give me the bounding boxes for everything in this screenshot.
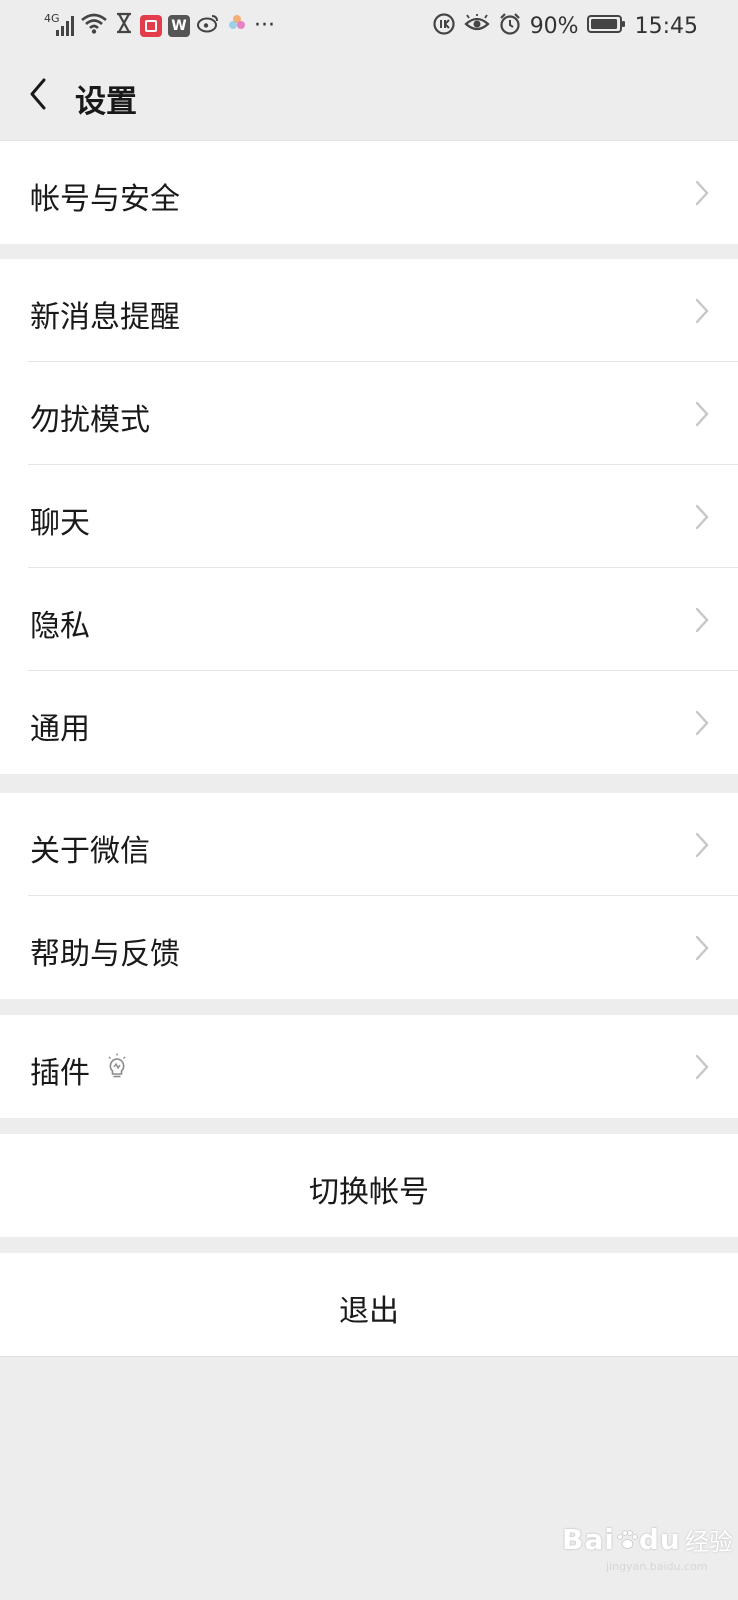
chevron-right-icon bbox=[695, 401, 709, 427]
alarm-icon bbox=[498, 12, 522, 42]
baidu-jingyan-watermark: Bai du 经验 bbox=[562, 1522, 733, 1557]
nav-bar: 设置 bbox=[0, 50, 738, 140]
logout-group: 退出 bbox=[0, 1253, 738, 1357]
battery-percent: 90% bbox=[529, 14, 579, 39]
settings-item-label: 新消息提醒 bbox=[30, 300, 180, 335]
chevron-right-icon bbox=[695, 1054, 709, 1080]
status-time: 15:45 bbox=[634, 14, 698, 39]
chevron-right-icon bbox=[695, 710, 709, 736]
switch-account-button[interactable]: 切换帐号 bbox=[0, 1134, 738, 1237]
paw-icon bbox=[617, 1529, 638, 1549]
photos-app-icon bbox=[226, 12, 248, 40]
settings-item-label: 通用 bbox=[30, 712, 90, 747]
status-bar-left: 4G W ··· bbox=[44, 12, 275, 40]
switch-account-group: 切换帐号 bbox=[0, 1134, 738, 1237]
chevron-right-icon bbox=[695, 607, 709, 633]
chevron-right-icon bbox=[695, 298, 709, 324]
settings-item-label: 帐号与安全 bbox=[30, 182, 180, 217]
lightbulb-icon bbox=[108, 1053, 126, 1078]
more-dots-icon: ··· bbox=[254, 13, 275, 38]
settings-item-label: 插件 bbox=[30, 1056, 90, 1091]
chevron-right-icon bbox=[695, 180, 709, 206]
hourglass-icon bbox=[114, 12, 134, 40]
settings-item-about-wechat[interactable]: 关于微信 bbox=[0, 793, 738, 896]
page-title: 设置 bbox=[75, 84, 137, 120]
signal-icon: 4G bbox=[44, 12, 74, 38]
battery-icon bbox=[586, 14, 627, 40]
data-saver-icon bbox=[432, 12, 456, 42]
settings-item-label: 勿扰模式 bbox=[30, 403, 150, 438]
settings-item-label: 帮助与反馈 bbox=[30, 937, 180, 972]
settings-item-do-not-disturb[interactable]: 勿扰模式 bbox=[0, 362, 738, 465]
settings-item-label: 聊天 bbox=[30, 506, 90, 541]
back-button[interactable] bbox=[22, 74, 62, 114]
settings-item-plugins[interactable]: 插件 bbox=[0, 1015, 738, 1118]
switch-account-label: 切换帐号 bbox=[309, 1175, 429, 1210]
settings-item-label: 隐私 bbox=[30, 609, 90, 644]
logout-button[interactable]: 退出 bbox=[0, 1253, 738, 1356]
eye-comfort-icon bbox=[464, 14, 490, 40]
settings-group-main: 新消息提醒 勿扰模式 聊天 隐私 通用 bbox=[0, 259, 738, 774]
w-app-icon: W bbox=[168, 15, 190, 37]
watermark-cn: 经验 bbox=[684, 1528, 733, 1556]
settings-item-general[interactable]: 通用 bbox=[0, 671, 738, 774]
settings-group-plugins: 插件 bbox=[0, 1015, 738, 1118]
settings-item-label: 关于微信 bbox=[30, 834, 150, 869]
chevron-left-icon bbox=[30, 78, 46, 110]
settings-group-about: 关于微信 帮助与反馈 bbox=[0, 793, 738, 999]
wifi-icon bbox=[80, 12, 108, 40]
weibo-icon bbox=[196, 13, 220, 39]
settings-item-notifications[interactable]: 新消息提醒 bbox=[0, 259, 738, 362]
settings-item-chat[interactable]: 聊天 bbox=[0, 465, 738, 568]
watermark-url: jingyan.baidu.com bbox=[606, 1560, 708, 1573]
status-bar-right: 90% 15:45 bbox=[432, 12, 698, 42]
settings-item-account-security[interactable]: 帐号与安全 bbox=[0, 141, 738, 244]
logout-label: 退出 bbox=[339, 1294, 399, 1329]
chevron-right-icon bbox=[695, 935, 709, 961]
watermark-brand: Bai bbox=[562, 1523, 615, 1556]
settings-group-account: 帐号与安全 bbox=[0, 140, 738, 244]
settings-item-privacy[interactable]: 隐私 bbox=[0, 568, 738, 671]
chevron-right-icon bbox=[695, 832, 709, 858]
watermark-brand-suffix: du bbox=[638, 1523, 681, 1556]
settings-item-help-feedback[interactable]: 帮助与反馈 bbox=[0, 896, 738, 999]
red-app-icon bbox=[140, 15, 162, 37]
chevron-right-icon bbox=[695, 504, 709, 530]
status-bar: 4G W ··· 90% 15:45 bbox=[0, 0, 738, 50]
